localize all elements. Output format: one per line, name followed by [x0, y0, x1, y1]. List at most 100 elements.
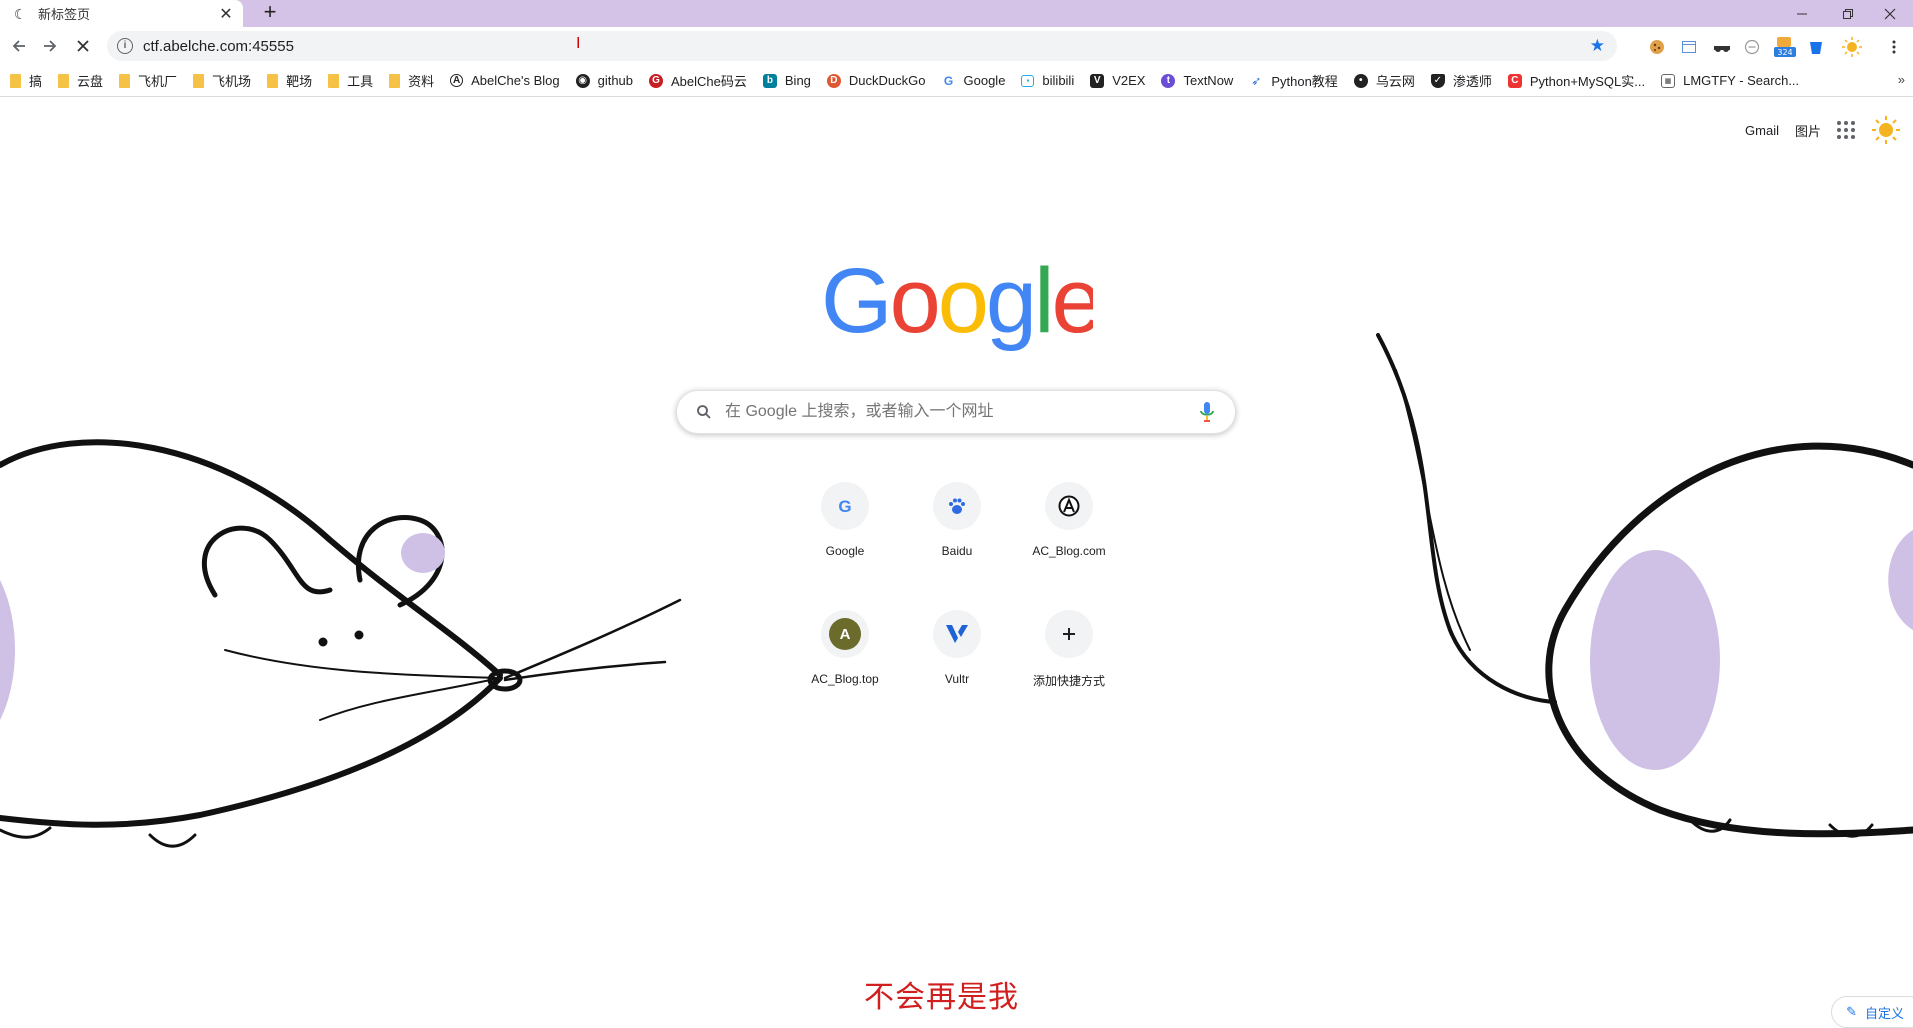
ntp-top-links: Gmail 图片 [1745, 116, 1913, 144]
bookmark-label: 飞机厂 [138, 74, 178, 89]
bookmark-label: AbelChe's Blog [471, 73, 560, 88]
close-window-button[interactable] [1867, 0, 1913, 27]
minimize-button[interactable] [1779, 0, 1825, 27]
wooyun-icon: • [1353, 73, 1368, 88]
bookmark-label: github [597, 73, 634, 88]
bookmark-folder[interactable]: 飞机厂 [109, 68, 183, 94]
shortcut-tile-ac-blog-com[interactable]: AC_Blog.com [1013, 476, 1125, 586]
google-logo: Google [821, 256, 1093, 352]
bookmark-link[interactable]: C Python+MySQL实... [1498, 68, 1651, 94]
shortcut-tile-vultr[interactable]: Vultr [901, 604, 1013, 714]
bookmark-link[interactable]: ➶ Python教程 [1239, 68, 1343, 94]
bookmark-folder[interactable]: 靶场 [257, 68, 318, 94]
bookmark-link[interactable]: G AbelChe码云 [639, 68, 753, 94]
bookmark-label: DuckDuckGo [848, 73, 926, 88]
shortcut-tile-baidu[interactable]: Baidu [901, 476, 1013, 586]
bookmark-link[interactable]: • 乌云网 [1344, 68, 1421, 94]
gmail-link[interactable]: Gmail [1745, 123, 1779, 138]
v2ex-icon: V [1090, 73, 1105, 88]
google-icon: G [941, 73, 956, 88]
shield-icon: ✓ [1430, 73, 1445, 88]
shortcut-label: 添加快捷方式 [1032, 674, 1105, 688]
svg-text:G: G [838, 497, 851, 515]
address-bar[interactable]: i ctf.abelche.com:45555 I ★ [107, 31, 1617, 61]
bookmark-link[interactable]: ▦ LMGTFY - Search... [1651, 68, 1805, 94]
pencil-icon: ✎ [1846, 1004, 1857, 1019]
customize-button[interactable]: ✎ 自定义 [1831, 996, 1913, 1028]
microphone-icon[interactable] [1197, 400, 1217, 424]
bookmark-label: 工具 [347, 74, 374, 89]
bucket-extension-icon[interactable] [1806, 37, 1826, 57]
shortcut-tile-google[interactable]: G Google [789, 476, 901, 586]
bookmark-link[interactable]: b Bing [753, 68, 817, 94]
bookmark-folder[interactable]: 工具 [318, 68, 379, 94]
bilibili-icon: ▪ [1021, 74, 1035, 87]
text-cursor-icon: I [576, 35, 581, 52]
rss-extension-icon[interactable]: 324 [1773, 37, 1797, 57]
shortcut-label: AC_Blog.com [1032, 544, 1106, 558]
back-button[interactable] [8, 35, 30, 57]
tab-new-tab[interactable]: ☾ 新标签页 ✕ [0, 0, 243, 27]
sun-profile-icon[interactable] [1840, 37, 1864, 57]
window-extension-icon[interactable] [1679, 37, 1699, 57]
folder-icon [119, 73, 131, 88]
bookmark-link[interactable]: t TextNow [1151, 68, 1239, 94]
extension-badge: 324 [1777, 48, 1792, 57]
search-input[interactable] [723, 402, 1197, 422]
folder-icon [328, 73, 340, 88]
duckduckgo-icon: D [826, 73, 841, 88]
bookmark-label: Google [963, 73, 1006, 88]
mouse-ear-color [1590, 550, 1720, 770]
plus-icon [1063, 628, 1075, 640]
restore-button[interactable] [1825, 0, 1871, 27]
baidu-paw-icon [949, 498, 965, 514]
url-text: ctf.abelche.com:45555 [143, 37, 294, 55]
folder-icon [58, 73, 70, 88]
vultr-icon [946, 625, 968, 643]
images-link[interactable]: 图片 [1795, 121, 1821, 140]
bookmark-link[interactable]: ✓ 渗透师 [1421, 68, 1498, 94]
incognito-extension-icon[interactable] [1712, 37, 1732, 57]
stop-loading-button[interactable] [72, 35, 94, 57]
minimize-icon [1797, 13, 1807, 14]
block-extension-icon[interactable] [1742, 37, 1762, 57]
search-box [676, 390, 1236, 434]
shortcut-label: Vultr [944, 672, 970, 686]
forward-button[interactable] [39, 35, 61, 57]
mouse-doodle-right [1376, 333, 1913, 838]
bookmark-folder[interactable]: 飞机场 [183, 68, 257, 94]
bookmark-folder[interactable]: 搞 [0, 68, 48, 94]
stop-x-icon [77, 40, 89, 52]
github-icon: ◉ [575, 73, 590, 88]
account-avatar-sun-icon[interactable] [1871, 115, 1901, 145]
bookmark-link[interactable]: G Google [932, 68, 1012, 94]
bookmark-link[interactable]: V V2EX [1080, 68, 1151, 94]
bookmark-link[interactable]: ◉ github [566, 68, 639, 94]
svg-text:Google: Google [821, 256, 1093, 352]
rocket-icon: ➶ [1249, 73, 1264, 88]
google-apps-icon[interactable] [1837, 121, 1855, 139]
lmgtfy-icon: ▦ [1661, 73, 1676, 88]
tab-strip: ☾ 新标签页 ✕ + [0, 0, 1913, 27]
shortcut-tile-ac-blog-top[interactable]: A AC_Blog.top [789, 604, 901, 714]
bookmark-link[interactable]: A AbelChe's Blog [440, 68, 565, 94]
new-tab-button[interactable]: + [257, 1, 283, 25]
more-bookmarks-chevron-icon[interactable]: » [1898, 72, 1905, 87]
bookmark-folder[interactable]: 资料 [379, 68, 440, 94]
bing-icon: b [762, 73, 777, 88]
tab-title: 新标签页 [38, 7, 91, 22]
add-shortcut-tile[interactable]: 添加快捷方式 [1013, 604, 1125, 714]
bookmark-label: LMGTFY - Search... [1683, 73, 1800, 88]
site-info-icon[interactable]: i [117, 38, 133, 54]
back-arrow-icon [12, 40, 25, 52]
cookie-extension-icon[interactable] [1647, 37, 1667, 57]
mouse-ear-color [401, 533, 445, 573]
bookmark-star-icon[interactable]: ★ [1590, 36, 1605, 56]
close-tab-icon[interactable]: ✕ [215, 4, 237, 24]
bookmark-link[interactable]: ▪ bilibili [1011, 68, 1080, 94]
restore-icon [1843, 8, 1853, 19]
menu-kebab-icon[interactable] [1884, 37, 1904, 57]
bookmark-link[interactable]: D DuckDuckGo [817, 68, 932, 94]
bookmark-folder[interactable]: 云盘 [48, 68, 109, 94]
abelche-blog-icon: A [450, 74, 464, 87]
